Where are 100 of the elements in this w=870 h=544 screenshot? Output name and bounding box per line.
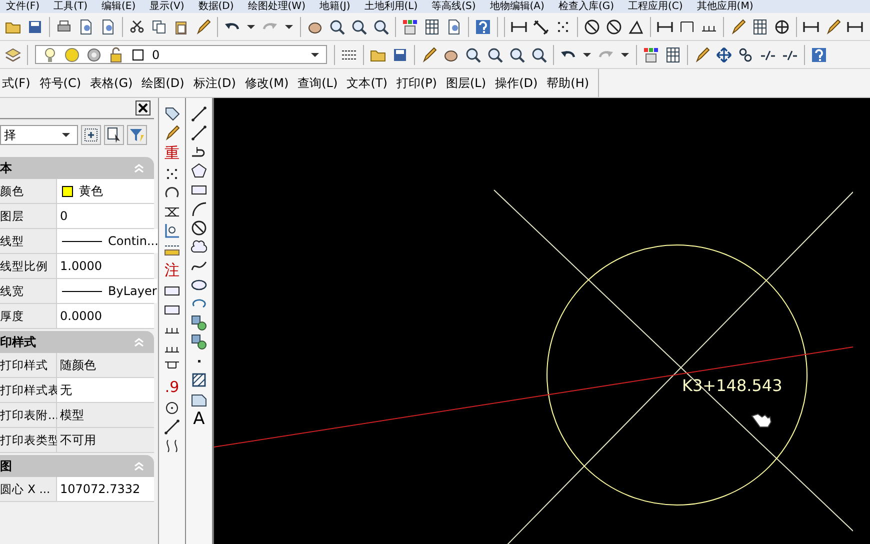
menu-item[interactable]: 检查入库(G) xyxy=(558,1,614,12)
menu-item[interactable]: 操作(D) xyxy=(495,74,538,92)
pick-button[interactable] xyxy=(104,125,124,145)
help-icon[interactable] xyxy=(475,18,491,34)
menu-item[interactable]: 绘图(D) xyxy=(142,74,184,92)
pencil-icon[interactable] xyxy=(421,46,437,62)
arc-icon[interactable] xyxy=(191,201,207,217)
chart-icon[interactable] xyxy=(164,223,180,239)
menu-item[interactable]: 打印(P) xyxy=(396,74,437,92)
menu-item[interactable]: 符号(C) xyxy=(39,74,82,92)
zoom-icon[interactable] xyxy=(373,18,389,34)
tool-label[interactable]: .9 xyxy=(164,378,180,397)
printer-icon[interactable] xyxy=(56,18,72,34)
move-icon[interactable] xyxy=(716,46,732,62)
circle-diameter-icon[interactable] xyxy=(606,18,622,34)
line-icon[interactable] xyxy=(191,125,207,141)
save-icon[interactable] xyxy=(27,18,43,34)
layers-icon[interactable] xyxy=(5,46,21,62)
line-icon[interactable] xyxy=(164,419,180,435)
menu-item[interactable]: 地籍(J) xyxy=(319,1,350,12)
page-icon[interactable] xyxy=(78,18,94,34)
property-value[interactable]: 107072.7332 xyxy=(57,477,154,501)
hatch-icon[interactable] xyxy=(191,372,207,388)
property-value[interactable]: 不可用 xyxy=(57,428,154,452)
page-icon[interactable] xyxy=(446,18,462,34)
menu-item[interactable]: 数据(D) xyxy=(198,1,234,12)
menu-item[interactable]: 工具(T) xyxy=(54,1,88,12)
menu-item[interactable]: 标注(D) xyxy=(193,74,236,92)
caret-icon[interactable] xyxy=(247,24,255,28)
grid-icon[interactable] xyxy=(752,18,768,34)
menu-item[interactable]: 绘图处理(W) xyxy=(248,1,306,12)
menu-item[interactable]: 文件(F) xyxy=(6,1,40,12)
zoom-icon[interactable] xyxy=(487,46,503,62)
cloud-icon[interactable] xyxy=(191,239,207,255)
line-icon[interactable] xyxy=(191,106,207,122)
property-value[interactable]: 1.0000 xyxy=(57,254,154,278)
center-mark-icon[interactable] xyxy=(774,18,790,34)
rings-icon[interactable] xyxy=(738,46,754,62)
menu-item[interactable]: 其他应用(M) xyxy=(696,1,754,12)
dots-icon[interactable] xyxy=(164,166,180,182)
property-value[interactable]: Contin... xyxy=(57,229,158,253)
zoom-icon[interactable] xyxy=(351,18,367,34)
menu-item[interactable]: 显示(V) xyxy=(150,1,184,12)
aligned-dimension-icon[interactable] xyxy=(533,18,549,34)
menu-item[interactable]: 文本(T) xyxy=(346,74,388,92)
property-value[interactable]: 0 xyxy=(57,204,154,228)
page-icon[interactable] xyxy=(100,18,116,34)
menu-item[interactable]: 地物编辑(A) xyxy=(490,1,544,12)
bracket-icon[interactable] xyxy=(679,18,695,34)
property-value[interactable]: 随颜色 xyxy=(57,353,154,377)
circle-diameter-icon[interactable] xyxy=(584,18,600,34)
menu-item[interactable]: 帮助(H) xyxy=(546,74,590,92)
layer-dropdown[interactable]: 0 xyxy=(35,45,327,64)
close-icon[interactable] xyxy=(135,100,151,116)
pencil-icon[interactable] xyxy=(164,125,180,141)
zoom-icon[interactable] xyxy=(329,18,345,34)
menu-item[interactable]: 表格(G) xyxy=(90,74,133,92)
menu-item[interactable]: 等高线(S) xyxy=(432,1,476,12)
selection-dropdown[interactable]: 择 xyxy=(0,125,78,145)
tag-icon[interactable] xyxy=(164,106,180,122)
pencil-icon[interactable] xyxy=(825,18,841,34)
copy-icon[interactable] xyxy=(151,18,167,34)
property-value[interactable]: 模型 xyxy=(57,403,154,427)
caret-icon[interactable] xyxy=(621,52,629,56)
scissors-icon[interactable] xyxy=(129,18,145,34)
circle-diameter-icon[interactable] xyxy=(191,220,207,236)
pencil-icon[interactable] xyxy=(694,46,710,62)
menu-item[interactable]: 修改(M) xyxy=(244,74,289,92)
menu-item[interactable]: 式(F) xyxy=(2,74,30,92)
squiggle-icon[interactable] xyxy=(164,438,180,454)
zoom-icon[interactable] xyxy=(509,46,525,62)
tool-label[interactable]: 注 xyxy=(164,261,180,280)
menu-item[interactable]: 土地利用(L) xyxy=(364,1,418,12)
target-icon[interactable] xyxy=(164,400,180,416)
filter-button[interactable] xyxy=(127,125,147,145)
help-icon[interactable] xyxy=(811,46,827,62)
menu-item[interactable]: 查询(L) xyxy=(298,74,338,92)
property-value[interactable]: ByLayer xyxy=(57,279,157,303)
tool-label[interactable]: 重 xyxy=(164,144,180,163)
blocks-icon[interactable] xyxy=(191,315,207,331)
caret-icon[interactable] xyxy=(583,52,591,56)
clipboard-icon[interactable] xyxy=(173,18,189,34)
triangle-icon[interactable] xyxy=(628,18,644,34)
property-value[interactable]: 0.0000 xyxy=(57,304,154,328)
tool-label[interactable]: A xyxy=(193,410,205,429)
zoom-icon[interactable] xyxy=(465,46,481,62)
pencil-icon[interactable] xyxy=(730,18,746,34)
caret-icon[interactable] xyxy=(285,24,293,28)
palette-icon[interactable] xyxy=(402,18,418,34)
grid-icon[interactable] xyxy=(424,18,440,34)
grid-icon[interactable] xyxy=(665,46,681,62)
ellipse-icon[interactable] xyxy=(191,277,207,293)
property-value[interactable]: 黄色 xyxy=(57,179,154,203)
select-objects-button[interactable] xyxy=(81,125,101,145)
menu-item[interactable]: 图层(L) xyxy=(446,74,486,92)
pentagon-icon[interactable] xyxy=(191,163,207,179)
blocks-icon[interactable] xyxy=(191,334,207,350)
property-value[interactable]: 无 xyxy=(57,378,154,402)
save-icon[interactable] xyxy=(392,46,408,62)
palette-icon[interactable] xyxy=(643,46,659,62)
